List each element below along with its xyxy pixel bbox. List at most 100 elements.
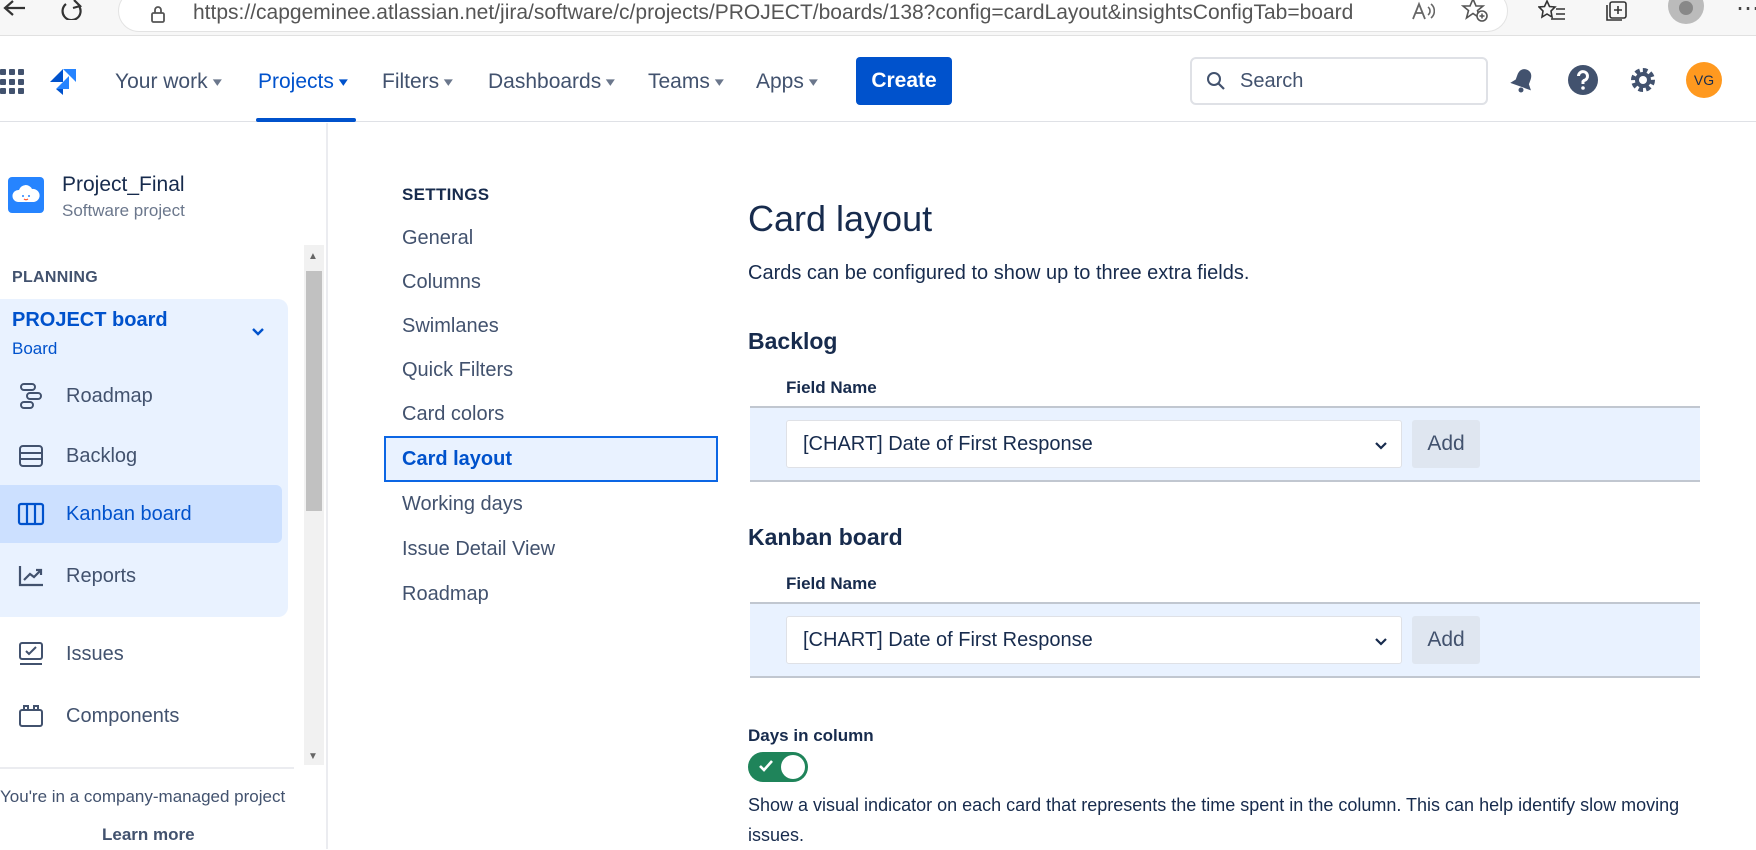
board-title[interactable]: PROJECT board xyxy=(12,309,168,332)
chevron-down-icon[interactable] xyxy=(250,323,266,339)
search-input[interactable] xyxy=(1240,69,1470,93)
scroll-down-arrow-icon[interactable]: ▼ xyxy=(308,751,318,762)
sidebar-item-issues[interactable]: Issues xyxy=(0,625,282,683)
kanban-section-title: Kanban board xyxy=(748,524,903,550)
nav-teams-label: Teams xyxy=(648,70,710,93)
kanban-field-row: [CHART] Date of First Response Add xyxy=(750,602,1700,678)
settings-item-issue-detail-view[interactable]: Issue Detail View xyxy=(384,526,718,572)
kanban-field-select[interactable]: [CHART] Date of First Response xyxy=(786,616,1402,664)
search-box[interactable] xyxy=(1190,57,1488,105)
board-subtitle: Board xyxy=(12,339,58,358)
notifications-icon[interactable] xyxy=(1506,63,1540,97)
sidebar-divider xyxy=(0,767,294,769)
settings-gear-icon[interactable] xyxy=(1626,63,1660,97)
nav-teams[interactable]: Teams ▾ xyxy=(648,67,724,97)
backlog-icon xyxy=(16,441,46,471)
sidebar-item-reports[interactable]: Reports xyxy=(0,547,282,605)
settings-heading: SETTINGS xyxy=(402,185,490,204)
nav-projects-label: Projects xyxy=(258,70,334,93)
jira-logo-icon[interactable] xyxy=(48,67,78,97)
top-navigation: Your work ▾ Projects ▾ Filters ▾ Dashboa… xyxy=(0,37,1756,122)
project-cloud-icon xyxy=(8,177,44,213)
reports-chart-icon xyxy=(16,561,46,591)
address-bar[interactable]: https://capgeminee.atlassian.net/jira/so… xyxy=(118,0,1508,32)
kanban-field-label: Field Name xyxy=(786,574,877,593)
nav-projects[interactable]: Projects ▾ xyxy=(258,67,348,97)
page-title: Card layout xyxy=(748,198,933,239)
project-type: Software project xyxy=(62,201,185,220)
app-switcher-icon[interactable] xyxy=(0,69,26,95)
settings-item-card-colors[interactable]: Card colors xyxy=(384,391,718,437)
favorites-icon[interactable] xyxy=(1537,0,1566,29)
days-in-column-toggle[interactable] xyxy=(748,752,808,782)
add-favorite-icon[interactable] xyxy=(1460,0,1489,30)
scrollbar-thumb[interactable] xyxy=(306,271,322,511)
help-icon[interactable] xyxy=(1566,63,1600,97)
learn-more-link[interactable]: Learn more xyxy=(102,825,195,845)
back-arrow-icon[interactable] xyxy=(0,0,28,24)
refresh-icon[interactable] xyxy=(58,0,86,24)
toggle-knob xyxy=(781,755,805,779)
backlog-field-label: Field Name xyxy=(786,378,877,397)
collections-icon[interactable] xyxy=(1604,0,1630,29)
components-icon xyxy=(16,701,46,731)
create-button[interactable]: Create xyxy=(856,57,952,105)
settings-item-quick-filters[interactable]: Quick Filters xyxy=(384,347,718,393)
sidebar-item-label: Kanban board xyxy=(66,502,192,525)
check-icon xyxy=(757,757,775,775)
page-description: Cards can be configured to show up to th… xyxy=(748,262,1250,284)
browser-toolbar: https://capgeminee.atlassian.net/jira/so… xyxy=(0,0,1756,36)
search-icon xyxy=(1206,71,1226,91)
issues-icon xyxy=(16,639,46,669)
sidebar-item-label: Roadmap xyxy=(66,384,153,407)
board-columns-icon xyxy=(16,499,46,529)
settings-item-general[interactable]: General xyxy=(384,215,718,261)
active-nav-indicator xyxy=(256,118,356,122)
backlog-field-select[interactable]: [CHART] Date of First Response xyxy=(786,420,1402,468)
nav-your-work[interactable]: Your work ▾ xyxy=(115,67,222,97)
nav-dashboards[interactable]: Dashboards ▾ xyxy=(488,67,616,97)
company-managed-note: You're in a company-managed project xyxy=(0,787,286,806)
url-text[interactable]: https://capgeminee.atlassian.net/jira/so… xyxy=(193,1,1353,25)
settings-item-swimlanes[interactable]: Swimlanes xyxy=(384,303,718,349)
chevron-down-icon: ▾ xyxy=(605,74,616,89)
backlog-field-row: [CHART] Date of First Response Add xyxy=(750,406,1700,482)
lock-icon xyxy=(149,5,167,23)
scroll-up-arrow-icon[interactable]: ▲ xyxy=(308,251,318,262)
chevron-down-icon: ▾ xyxy=(338,74,348,89)
nav-apps-label: Apps xyxy=(756,70,804,93)
chevron-down-icon: ▾ xyxy=(808,74,818,89)
days-in-column-description: Show a visual indicator on each card tha… xyxy=(748,795,1680,845)
kanban-add-button[interactable]: Add xyxy=(1412,616,1480,664)
sidebar-item-components[interactable]: Components xyxy=(0,687,282,745)
settings-item-columns[interactable]: Columns xyxy=(384,259,718,305)
settings-item-working-days[interactable]: Working days xyxy=(384,481,718,527)
sidebar-item-backlog[interactable]: Backlog xyxy=(0,427,282,485)
sidebar-item-label: Backlog xyxy=(66,444,138,467)
nav-apps[interactable]: Apps ▾ xyxy=(756,67,818,97)
more-options-icon[interactable]: ⋯ xyxy=(1736,0,1756,23)
project-name: Project_Final xyxy=(62,173,185,196)
nav-filters[interactable]: Filters ▾ xyxy=(382,67,453,97)
chevron-down-icon: ▾ xyxy=(714,74,724,89)
project-sidebar: Project_Final Software project PLANNING … xyxy=(0,123,328,849)
settings-item-card-layout[interactable]: Card layout xyxy=(384,436,718,482)
sidebar-item-roadmap[interactable]: Roadmap xyxy=(0,367,282,425)
chevron-down-icon xyxy=(1373,437,1389,453)
read-aloud-icon[interactable] xyxy=(1411,1,1436,29)
nav-filters-label: Filters xyxy=(382,70,440,93)
user-avatar[interactable]: VG xyxy=(1686,62,1722,98)
chevron-down-icon xyxy=(1373,633,1389,649)
browser-profile-icon[interactable] xyxy=(1668,0,1704,24)
chevron-down-icon: ▾ xyxy=(212,74,222,89)
roadmap-icon xyxy=(16,381,46,411)
sidebar-item-label: Issues xyxy=(66,642,124,665)
backlog-add-button[interactable]: Add xyxy=(1412,420,1480,468)
backlog-field-value: [CHART] Date of First Response xyxy=(803,432,1093,455)
sidebar-item-kanban-board[interactable]: Kanban board xyxy=(0,485,282,543)
kanban-field-value: [CHART] Date of First Response xyxy=(803,628,1093,651)
sidebar-item-label: Reports xyxy=(66,564,137,587)
nav-your-work-label: Your work xyxy=(115,70,208,93)
nav-dashboards-label: Dashboards xyxy=(488,70,602,93)
settings-item-roadmap[interactable]: Roadmap xyxy=(384,571,718,617)
